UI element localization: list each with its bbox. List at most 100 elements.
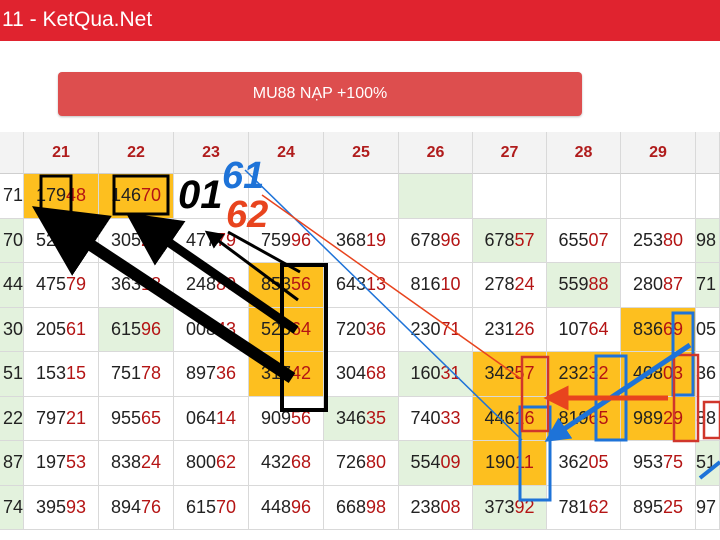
table-cell: 894 76 xyxy=(99,485,174,530)
table-cell: 107 64 xyxy=(547,307,621,352)
table-cell: 559 88 xyxy=(547,263,621,308)
results-table: 21 22 23 24 25 26 27 28 29 71 179 48 146 70 70 520 96 305… xyxy=(0,132,720,540)
table-cell: 30 xyxy=(0,307,24,352)
table-cell: 317 42 xyxy=(249,352,324,397)
column-header: 29 xyxy=(621,132,696,174)
site-title: 11 - KetQua.Net xyxy=(2,8,153,31)
table-cell: 477 79 xyxy=(174,218,249,263)
table-cell: 740 33 xyxy=(399,396,473,441)
column-header: 21 xyxy=(24,132,99,174)
table-cell: 44 xyxy=(0,263,24,308)
table-cell: 51 xyxy=(696,441,720,486)
table-cell: 432 68 xyxy=(249,441,324,486)
column-header: 24 xyxy=(249,132,324,174)
table-cell: 678 57 xyxy=(473,218,547,263)
table-cell: 342 57 xyxy=(473,352,547,397)
table-cell: 897 36 xyxy=(174,352,249,397)
table-cell: 008 43 xyxy=(174,307,249,352)
top-app-bar: 11 - KetQua.Net xyxy=(0,0,720,41)
table-cell: 05 xyxy=(696,307,720,352)
table-cell: 955 65 xyxy=(99,396,174,441)
table-cell xyxy=(324,174,399,219)
table-cell: 853 56 xyxy=(249,263,324,308)
table-cell: 346 35 xyxy=(324,396,399,441)
table-cell: 525 64 xyxy=(249,307,324,352)
table-cell: 554 09 xyxy=(399,441,473,486)
table-cell: 305 29 xyxy=(99,218,174,263)
table-cell: 51 xyxy=(0,352,24,397)
table-cell: 800 62 xyxy=(174,441,249,486)
table-cell: 655 07 xyxy=(547,218,621,263)
table-cell: 838 24 xyxy=(99,441,174,486)
table-cell: 153 15 xyxy=(24,352,99,397)
table-cell: 36 xyxy=(696,352,720,397)
table-cell xyxy=(249,174,324,219)
table-cell xyxy=(696,174,720,219)
column-header: 28 xyxy=(547,132,621,174)
column-header xyxy=(696,132,720,174)
table-cell: 836 69 xyxy=(621,307,696,352)
table-cell: 720 36 xyxy=(324,307,399,352)
table-cell: 70 xyxy=(0,218,24,263)
table-cell xyxy=(399,174,473,219)
table-cell: 989 29 xyxy=(621,396,696,441)
table-cell: 363 18 xyxy=(99,263,174,308)
table-cell: 475 79 xyxy=(24,263,99,308)
table-cell: 408 03 xyxy=(621,352,696,397)
table-cell: 278 24 xyxy=(473,263,547,308)
table-cell: 146 70 xyxy=(99,174,174,219)
table-cell: 520 96 xyxy=(24,218,99,263)
table-cell: 253 80 xyxy=(621,218,696,263)
table-cell: 446 16 xyxy=(473,396,547,441)
table-cell: 231 26 xyxy=(473,307,547,352)
table-cell: 87 xyxy=(0,441,24,486)
table-cell: 280 87 xyxy=(621,263,696,308)
table-cell: 819 65 xyxy=(547,396,621,441)
table-cell: 373 92 xyxy=(473,485,547,530)
table-cell: 97 xyxy=(696,485,720,530)
table-cell: 304 68 xyxy=(324,352,399,397)
table-cell: 362 05 xyxy=(547,441,621,486)
table-cell: 205 61 xyxy=(24,307,99,352)
table-cell: 668 98 xyxy=(324,485,399,530)
table-cell: 448 96 xyxy=(249,485,324,530)
table-cell: 781 62 xyxy=(547,485,621,530)
table-cell: 953 75 xyxy=(621,441,696,486)
table-cell: 71 xyxy=(696,263,720,308)
table-cell: 22 xyxy=(0,396,24,441)
table-cell: 368 19 xyxy=(324,218,399,263)
table-cell: 759 96 xyxy=(249,218,324,263)
table-cell: 615 70 xyxy=(174,485,249,530)
table-cell: 190 11 xyxy=(473,441,547,486)
table-cell: 71 xyxy=(0,174,24,219)
column-header: 25 xyxy=(324,132,399,174)
table-cell: 895 25 xyxy=(621,485,696,530)
table-cell: 238 08 xyxy=(399,485,473,530)
table-cell: 232 32 xyxy=(547,352,621,397)
column-header: 27 xyxy=(473,132,547,174)
table-cell: 98 xyxy=(696,218,720,263)
table-cell xyxy=(621,174,696,219)
column-header: 22 xyxy=(99,132,174,174)
column-header xyxy=(0,132,24,174)
table-cell xyxy=(174,174,249,219)
table-cell: 179 48 xyxy=(24,174,99,219)
table-cell: 726 80 xyxy=(324,441,399,486)
column-header: 26 xyxy=(399,132,473,174)
table-cell: 615 96 xyxy=(99,307,174,352)
table-cell: 797 21 xyxy=(24,396,99,441)
table-cell: 88 xyxy=(696,396,720,441)
promo-button[interactable]: MU88 NẠP +100% xyxy=(58,72,582,116)
column-header: 23 xyxy=(174,132,249,174)
table-cell: 678 96 xyxy=(399,218,473,263)
table-cell xyxy=(547,174,621,219)
table-cell: 74 xyxy=(0,485,24,530)
table-cell: 230 71 xyxy=(399,307,473,352)
table-cell: 064 14 xyxy=(174,396,249,441)
table-cell: 197 53 xyxy=(24,441,99,486)
table-cell: 160 31 xyxy=(399,352,473,397)
table-cell: 909 56 xyxy=(249,396,324,441)
table-cell xyxy=(473,174,547,219)
table-cell: 395 93 xyxy=(24,485,99,530)
table-cell: 816 10 xyxy=(399,263,473,308)
